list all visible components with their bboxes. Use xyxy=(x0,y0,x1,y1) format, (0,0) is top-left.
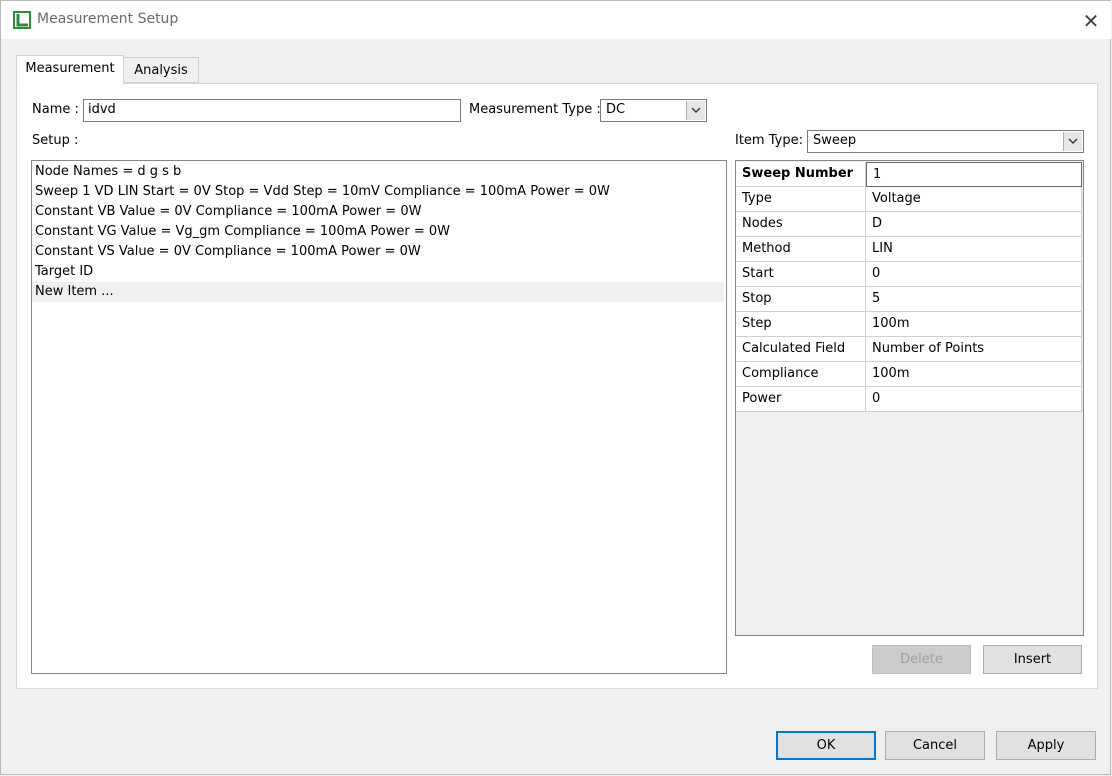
grid-key: Nodes xyxy=(736,212,866,237)
measurement-panel: Name : idvd Measurement Type : DC Setup … xyxy=(16,83,1098,689)
grid-value-input[interactable]: 1 xyxy=(866,162,1082,187)
chevron-down-icon[interactable] xyxy=(1063,132,1082,151)
grid-value[interactable]: Voltage xyxy=(866,187,1082,212)
grid-key: Start xyxy=(736,262,866,287)
delete-button[interactable]: Delete xyxy=(872,645,971,674)
name-input[interactable]: idvd xyxy=(83,99,461,122)
property-grid[interactable]: Sweep Number 1 Type Voltage Nodes D Meth… xyxy=(735,160,1084,636)
grid-row[interactable]: Method LIN xyxy=(736,237,1082,262)
grid-row[interactable]: Compliance 100m xyxy=(736,362,1082,387)
window-title: Measurement Setup xyxy=(37,11,179,27)
L-logo-icon xyxy=(13,11,31,29)
grid-row[interactable]: Sweep Number 1 xyxy=(736,162,1082,187)
name-label: Name : xyxy=(32,102,79,117)
grid-value[interactable]: Number of Points xyxy=(866,337,1082,362)
item-type-label: Item Type: xyxy=(735,133,803,148)
grid-key: Stop xyxy=(736,287,866,312)
item-type-select[interactable]: Sweep xyxy=(807,130,1084,153)
measurement-type-value: DC xyxy=(606,102,626,117)
apply-button[interactable]: Apply xyxy=(996,731,1096,760)
measurement-type-select[interactable]: DC xyxy=(600,99,707,122)
insert-button[interactable]: Insert xyxy=(983,645,1082,674)
item-type-value: Sweep xyxy=(813,133,857,148)
grid-value[interactable]: 100m xyxy=(866,312,1082,337)
grid-row[interactable]: Calculated Field Number of Points xyxy=(736,337,1082,362)
tab-measurement[interactable]: Measurement xyxy=(16,55,124,84)
grid-key: Type xyxy=(736,187,866,212)
list-item[interactable]: Constant VB Value = 0V Compliance = 100m… xyxy=(32,202,724,222)
chevron-down-icon[interactable] xyxy=(686,101,705,120)
setup-label: Setup : xyxy=(32,133,79,148)
grid-key: Power xyxy=(736,387,866,412)
grid-value[interactable]: 0 xyxy=(866,387,1082,412)
grid-key: Compliance xyxy=(736,362,866,387)
measurement-type-label: Measurement Type : xyxy=(469,102,601,117)
grid-row[interactable]: Start 0 xyxy=(736,262,1082,287)
grid-row[interactable]: Nodes D xyxy=(736,212,1082,237)
grid-value[interactable]: 5 xyxy=(866,287,1082,312)
grid-value[interactable]: 0 xyxy=(866,262,1082,287)
grid-row[interactable]: Stop 5 xyxy=(736,287,1082,312)
list-item[interactable]: Target ID xyxy=(32,262,724,282)
measurement-setup-dialog: Measurement Setup ✕ Measurement Analysis… xyxy=(0,0,1111,775)
list-item[interactable]: Node Names = d g s b xyxy=(32,162,724,182)
list-item-new[interactable]: New Item ... xyxy=(32,282,724,302)
grid-value[interactable]: LIN xyxy=(866,237,1082,262)
setup-list[interactable]: Node Names = d g s b Sweep 1 VD LIN Star… xyxy=(31,160,727,674)
list-item[interactable]: Sweep 1 VD LIN Start = 0V Stop = Vdd Ste… xyxy=(32,182,724,202)
grid-row[interactable]: Step 100m xyxy=(736,312,1082,337)
grid-row[interactable]: Type Voltage xyxy=(736,187,1082,212)
grid-key: Calculated Field xyxy=(736,337,866,362)
cancel-button[interactable]: Cancel xyxy=(885,731,985,760)
list-item[interactable]: Constant VG Value = Vg_gm Compliance = 1… xyxy=(32,222,724,242)
ok-button[interactable]: OK xyxy=(776,731,876,760)
grid-value[interactable]: D xyxy=(866,212,1082,237)
title-bar: Measurement Setup ✕ xyxy=(1,1,1111,39)
list-item[interactable]: Constant VS Value = 0V Compliance = 100m… xyxy=(32,242,724,262)
grid-key: Sweep Number xyxy=(736,162,866,187)
grid-key: Method xyxy=(736,237,866,262)
close-icon[interactable]: ✕ xyxy=(1079,9,1103,33)
grid-key: Step xyxy=(736,312,866,337)
grid-row[interactable]: Power 0 xyxy=(736,387,1082,412)
tab-analysis[interactable]: Analysis xyxy=(124,57,199,83)
grid-value[interactable]: 100m xyxy=(866,362,1082,387)
